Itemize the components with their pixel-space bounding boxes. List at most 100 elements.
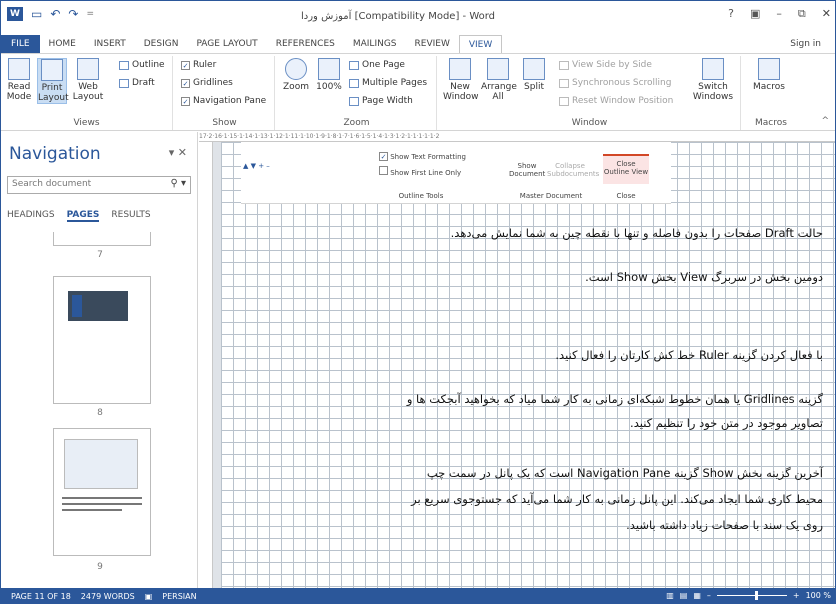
show-document-label: Show Document xyxy=(509,162,546,178)
synchronous-scrolling-button[interactable]: Synchronous Scrolling xyxy=(559,78,671,88)
gridlines-checkbox[interactable]: ✓ Gridlines xyxy=(181,78,233,88)
new-window-button[interactable]: New Window xyxy=(443,58,479,102)
ribbon: Read Mode Print Layout Web Layout Outlin… xyxy=(1,53,835,131)
pane-options-icon[interactable]: ▾ xyxy=(169,146,175,159)
search-document-input[interactable]: Search document ⚲ ▾ xyxy=(7,176,191,194)
views-group: Read Mode Print Layout Web Layout Outlin… xyxy=(1,56,173,130)
zoom-slider-thumb[interactable] xyxy=(754,591,758,600)
close-group-label: Close xyxy=(616,192,636,200)
navigation-title: Navigation xyxy=(9,144,101,164)
read-mode-button[interactable]: Read Mode xyxy=(5,58,33,102)
close-icon[interactable]: ✕ xyxy=(822,7,831,21)
status-bar: PAGE 11 OF 18 2479 WORDS ▣ PERSIAN ▥ ▤ ▦… xyxy=(1,588,835,603)
switch-windows-button[interactable]: Switch Windows xyxy=(691,58,735,102)
reset-window-position-button[interactable]: Reset Window Position xyxy=(559,96,673,106)
paragraph-show-section: دومین بخش در سربرگ View بخش Show است. xyxy=(585,270,823,284)
page-width-button[interactable]: Page Width xyxy=(349,96,413,106)
help-icon[interactable]: ? xyxy=(728,7,734,21)
navigation-pane-checkbox[interactable]: ✓ Navigation Pane xyxy=(181,96,266,106)
one-page-icon xyxy=(349,60,359,70)
ribbon-tabs: FILE HOME INSERT DESIGN PAGE LAYOUT REFE… xyxy=(1,35,835,53)
macros-button[interactable]: Macros xyxy=(751,58,787,92)
tab-design[interactable]: DESIGN xyxy=(135,35,188,53)
save-icon[interactable]: ▭ xyxy=(31,7,42,21)
close-pane-icon[interactable]: ✕ xyxy=(178,146,187,159)
checkmark-icon: ✓ xyxy=(181,78,190,88)
thumbnail-text-line xyxy=(62,509,122,511)
tab-references[interactable]: REFERENCES xyxy=(267,35,344,53)
macros-group-label: Macros xyxy=(755,118,787,128)
outline-tools-label: Outline Tools xyxy=(398,192,444,200)
split-button[interactable]: Split xyxy=(519,58,549,92)
show-group-label: Show xyxy=(212,118,237,128)
split-icon xyxy=(523,58,545,80)
embedded-outline-ribbon-image: ▲ ▼ + – ✓ Show Text Formatting Show Firs… xyxy=(241,142,671,204)
tab-view[interactable]: VIEW xyxy=(458,35,503,53)
page-number-9: 9 xyxy=(97,562,103,572)
tab-review[interactable]: REVIEW xyxy=(406,35,459,53)
views-group-label: Views xyxy=(73,118,100,128)
page-count-status[interactable]: PAGE 11 OF 18 xyxy=(11,592,71,601)
print-layout-button[interactable]: Print Layout xyxy=(37,58,69,104)
tab-home[interactable]: HOME xyxy=(40,35,85,53)
navigation-pane: Navigation ▾ ✕ Search document ⚲ ▾ HEADI… xyxy=(1,132,198,588)
page-number-7: 7 xyxy=(97,250,103,260)
horizontal-ruler[interactable]: 17·2·16·1·15·1·14·1·13·1·12·1·11·1·10·1·… xyxy=(199,132,835,142)
print-layout-view-icon[interactable]: ▤ xyxy=(680,591,688,600)
zoom-out-icon[interactable]: – xyxy=(707,591,711,600)
document-page[interactable]: ▲ ▼ + – ✓ Show Text Formatting Show Firs… xyxy=(221,142,835,588)
ruler-checkbox[interactable]: ✓ Ruler xyxy=(181,60,216,70)
document-area: 17·2·16·1·15·1·14·1·13·1·12·1·11·1·10·1·… xyxy=(199,132,835,588)
multiple-pages-button[interactable]: Multiple Pages xyxy=(349,78,427,88)
zoom-100-button[interactable]: 100% xyxy=(315,58,343,92)
zoom-level[interactable]: 100 % xyxy=(806,591,831,600)
web-layout-button[interactable]: Web Layout xyxy=(71,58,105,102)
redo-icon[interactable]: ↷ xyxy=(68,7,78,21)
minimize-icon[interactable]: – xyxy=(776,7,782,21)
read-mode-view-icon[interactable]: ▥ xyxy=(666,591,674,600)
one-page-button[interactable]: One Page xyxy=(349,60,405,70)
arrange-all-icon xyxy=(487,58,509,80)
proofing-icon[interactable]: ▣ xyxy=(145,592,153,601)
page-thumbnail-7[interactable] xyxy=(53,232,151,246)
zoom-slider[interactable] xyxy=(716,591,787,600)
tab-insert[interactable]: INSERT xyxy=(85,35,135,53)
multiple-pages-icon xyxy=(349,78,359,88)
customize-qat-icon[interactable]: = xyxy=(86,7,94,21)
draft-button[interactable]: Draft xyxy=(119,78,155,88)
zoom-in-icon[interactable]: + xyxy=(793,591,800,600)
show-group: ✓ Ruler ✓ Gridlines ✓ Navigation Pane Sh… xyxy=(175,56,275,130)
tab-pages[interactable]: PAGES xyxy=(66,210,100,222)
collapse-ribbon-icon[interactable]: ^ xyxy=(821,116,829,126)
arrange-all-button[interactable]: Arrange All xyxy=(481,58,517,102)
page-thumbnail-8[interactable] xyxy=(53,276,151,404)
show-first-line-only-option: Show First Line Only xyxy=(379,166,461,177)
navigation-pane-controls: ▾ ✕ xyxy=(169,146,187,159)
language-status[interactable]: PERSIAN xyxy=(162,592,196,601)
web-layout-view-icon[interactable]: ▦ xyxy=(693,591,701,600)
restore-icon[interactable]: ⧉ xyxy=(798,7,806,21)
zoom-group: Zoom 100% One Page Multiple Pages Page W… xyxy=(277,56,437,130)
zoom-button[interactable]: Zoom xyxy=(281,58,311,92)
tab-file[interactable]: FILE xyxy=(1,35,40,53)
search-icon[interactable]: ⚲ ▾ xyxy=(170,178,186,189)
tab-mailings[interactable]: MAILINGS xyxy=(344,35,406,53)
word-app-icon[interactable]: W xyxy=(7,7,23,21)
page-width-icon xyxy=(349,96,359,106)
thumbnail-detail xyxy=(72,295,82,317)
word-count-status[interactable]: 2479 WORDS xyxy=(81,592,135,601)
tab-results[interactable]: RESULTS xyxy=(111,210,150,222)
ribbon-display-icon[interactable]: ▣ xyxy=(750,7,760,21)
undo-icon[interactable]: ↶ xyxy=(50,7,60,21)
side-by-side-icon xyxy=(559,60,569,70)
checkmark-icon: ✓ xyxy=(181,60,190,70)
tab-headings[interactable]: HEADINGS xyxy=(7,210,55,222)
sign-in-link[interactable]: Sign in xyxy=(790,39,821,49)
view-side-by-side-button[interactable]: View Side by Side xyxy=(559,60,652,70)
page-thumbnail-9[interactable] xyxy=(53,428,151,556)
vertical-ruler[interactable] xyxy=(199,142,213,588)
tab-page-layout[interactable]: PAGE LAYOUT xyxy=(187,35,266,53)
outline-button[interactable]: Outline xyxy=(119,60,165,70)
zoom-group-label: Zoom xyxy=(343,118,370,128)
collapse-subdocuments-label: Collapse Subdocuments xyxy=(547,162,600,178)
